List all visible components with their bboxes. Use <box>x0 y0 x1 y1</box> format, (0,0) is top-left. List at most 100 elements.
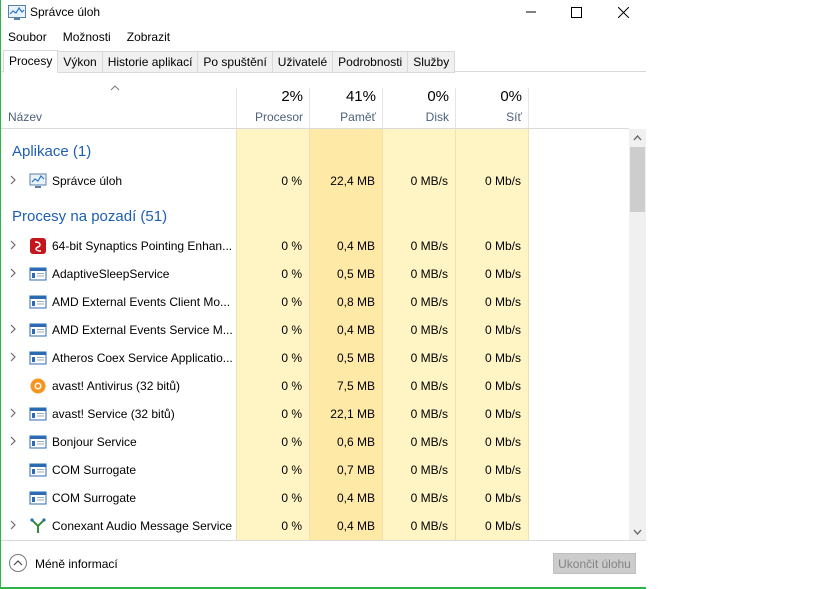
task-manager-window: Správce úloh Soubor Možnosti Zobrazit Pr… <box>0 0 646 589</box>
chevron-right-icon[interactable] <box>8 408 18 418</box>
table-row[interactable]: avast! Service (32 bitů) 0 % 22,1 MB 0 MB/s… <box>0 400 629 428</box>
process-net: 0 Mb/s <box>484 351 521 365</box>
table-row[interactable]: COM Surrogate 0 % 0,7 MB 0 MB/s 0 Mb/s <box>0 456 629 484</box>
header-disk[interactable]: 0% Disk <box>382 88 455 128</box>
table-row[interactable]: Conexant Audio Message Service 0 % 0,4 MB 0… <box>0 512 629 540</box>
service-window-icon <box>29 435 47 449</box>
task-manager-icon <box>29 173 47 188</box>
process-disk: 0 MB/s <box>410 463 448 477</box>
vertical-scrollbar[interactable] <box>629 129 646 540</box>
minimize-button[interactable] <box>508 0 554 24</box>
process-cpu: 0 % <box>281 323 302 337</box>
process-net: 0 Mb/s <box>484 491 521 505</box>
fewer-details-link[interactable]: Méně informací <box>35 557 118 571</box>
maximize-button[interactable] <box>553 0 599 24</box>
chevron-right-icon[interactable] <box>8 240 18 250</box>
minimize-icon <box>526 11 536 13</box>
header-mem-percent: 41% <box>345 88 376 105</box>
header-net-percent: 0% <box>500 88 522 105</box>
process-disk: 0 MB/s <box>410 323 448 337</box>
header-net[interactable]: 0% Síť <box>455 88 529 128</box>
table-row[interactable]: AMD External Events Client Mo... 0 % 0,8 M… <box>0 288 629 316</box>
process-net: 0 Mb/s <box>484 295 521 309</box>
chevron-right-icon[interactable] <box>8 324 18 334</box>
tab-strip: Procesy Výkon Historie aplikací Po spušt… <box>3 50 456 73</box>
tab-sluzby[interactable]: Služby <box>408 51 456 73</box>
table-row[interactable]: AMD External Events Service M... 0 % 0,4 M… <box>0 316 629 344</box>
process-mem: 0,8 MB <box>336 295 375 309</box>
header-cpu[interactable]: 2% Procesor <box>236 88 309 128</box>
header-disk-label: Disk <box>425 110 449 124</box>
table-row[interactable]: Bonjour Service 0 % 0,6 MB 0 MB/s 0 Mb/s <box>0 428 629 456</box>
process-net: 0 Mb/s <box>484 379 521 393</box>
process-disk: 0 MB/s <box>410 519 448 533</box>
chevron-right-icon[interactable] <box>8 175 18 185</box>
tab-vykon[interactable]: Výkon <box>58 51 103 73</box>
process-cpu: 0 % <box>281 435 302 449</box>
tab-po-spusteni[interactable]: Po spuštění <box>198 51 273 73</box>
header-name[interactable]: Název <box>8 110 42 124</box>
process-name: AMD External Events Client Mo... <box>52 295 231 309</box>
process-cpu: 0 % <box>281 407 302 421</box>
maximize-icon <box>570 6 582 18</box>
scroll-thumb[interactable] <box>630 147 645 212</box>
service-window-icon <box>29 491 47 505</box>
table-row[interactable]: Atheros Coex Service Applicatio... 0 % 0,5… <box>0 344 629 372</box>
header-mem[interactable]: 41% Paměť <box>309 88 382 128</box>
header-cpu-label: Procesor <box>254 110 303 124</box>
menu-soubor[interactable]: Soubor <box>0 27 55 47</box>
process-mem: 0,5 MB <box>336 267 375 281</box>
table-row[interactable]: AdaptiveSleepService 0 % 0,5 MB 0 MB/s 0 Mb/… <box>0 260 629 288</box>
process-name: avast! Service (32 bitů) <box>52 407 175 421</box>
scroll-up-button[interactable] <box>629 129 646 146</box>
process-net: 0 Mb/s <box>484 174 521 188</box>
process-name: Atheros Coex Service Applicatio... <box>52 351 232 365</box>
menu-bar: Soubor Možnosti Zobrazit <box>0 27 178 47</box>
service-window-icon <box>29 407 47 421</box>
process-net: 0 Mb/s <box>484 407 521 421</box>
process-name: 64-bit Synaptics Pointing Enhan... <box>52 239 232 253</box>
table-row[interactable]: COM Surrogate 0 % 0,4 MB 0 MB/s 0 Mb/s <box>0 484 629 512</box>
process-net: 0 Mb/s <box>484 239 521 253</box>
group-background-heading: Procesy na pozadí (51) <box>12 208 168 225</box>
end-task-button[interactable]: Ukončit úlohu <box>553 553 636 574</box>
header-net-label: Síť <box>506 110 522 124</box>
process-disk: 0 MB/s <box>410 379 448 393</box>
process-net: 0 Mb/s <box>484 519 521 533</box>
title-bar[interactable]: Správce úloh <box>0 0 646 26</box>
process-cpu: 0 % <box>281 239 302 253</box>
tab-procesy[interactable]: Procesy <box>3 50 59 73</box>
table-row[interactable]: 64-bit Synaptics Pointing Enhan... 0 % 0,4… <box>0 232 629 260</box>
menu-zobrazit[interactable]: Zobrazit <box>119 27 178 47</box>
chevron-right-icon[interactable] <box>8 520 18 530</box>
table-row[interactable]: avast! Antivirus (32 bitů) 0 % 7,5 MB 0 MB/… <box>0 372 629 400</box>
process-cpu: 0 % <box>281 295 302 309</box>
menu-moznosti[interactable]: Možnosti <box>55 27 119 47</box>
process-disk: 0 MB/s <box>410 491 448 505</box>
close-button[interactable] <box>600 0 646 24</box>
chevron-right-icon[interactable] <box>8 436 18 446</box>
service-window-icon <box>29 351 47 365</box>
avast-icon <box>30 378 46 394</box>
process-name: Conexant Audio Message Service <box>52 519 232 533</box>
sort-up-icon[interactable] <box>110 85 120 91</box>
header-cpu-percent: 2% <box>281 88 303 105</box>
tab-uzivatele[interactable]: Uživatelé <box>272 51 334 73</box>
scroll-down-button[interactable] <box>629 523 646 540</box>
tab-podrobnosti[interactable]: Podrobnosti <box>333 51 409 73</box>
process-name: Bonjour Service <box>52 435 137 449</box>
process-cpu: 0 % <box>281 174 302 188</box>
process-mem: 7,5 MB <box>336 379 375 393</box>
task-manager-icon <box>8 5 26 20</box>
chevron-right-icon[interactable] <box>8 352 18 362</box>
process-disk: 0 MB/s <box>410 267 448 281</box>
process-disk: 0 MB/s <box>410 435 448 449</box>
process-disk: 0 MB/s <box>410 407 448 421</box>
chevron-right-icon[interactable] <box>8 268 18 278</box>
process-disk: 0 MB/s <box>410 239 448 253</box>
table-row[interactable]: Správce úloh 0 % 22,4 MB 0 MB/s 0 Mb/s <box>0 167 629 195</box>
process-list: Aplikace (1) Procesy na pozadí (51) Sprá… <box>0 129 629 540</box>
collapse-circle-icon[interactable] <box>8 553 28 573</box>
tab-historie-aplikaci[interactable]: Historie aplikací <box>102 51 199 73</box>
process-mem: 0,5 MB <box>336 351 375 365</box>
